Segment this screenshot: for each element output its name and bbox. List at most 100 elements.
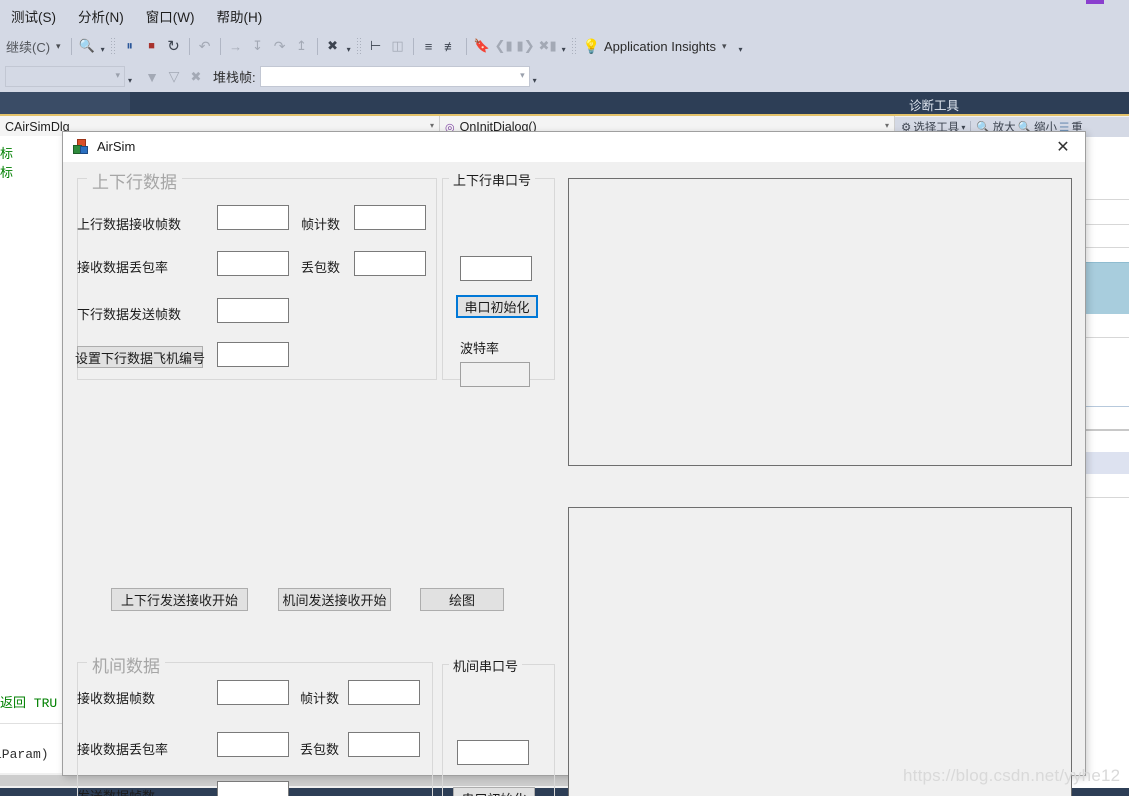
class-combo-value: CAirSimDlg — [5, 120, 70, 134]
airsim-dialog: AirSim ✕ 上下行数据 上行数据接收帧数 帧计数 接收数据丢包率 丢包数 … — [62, 131, 1086, 796]
chevron-down-icon-2[interactable]: ▾ — [885, 121, 889, 130]
step-out-icon[interactable]: ↥ — [291, 35, 313, 57]
vs-debug-toolbar: 继续(C) ▾ 🔍 ▾ ⏸ ■ ↻ ↶ → ↧ ↷ ↥ ✖ ▾ ⊢ ◫ ≡ ≢ … — [0, 31, 1129, 61]
inter-serial-group-title: 机间串口号 — [449, 656, 523, 675]
filter-icon[interactable]: ▼ — [141, 66, 163, 88]
toolbar-grip-2[interactable] — [355, 37, 363, 55]
breakpoints-dropdown-icon[interactable]: ▾ — [344, 36, 354, 56]
updown-row-1-second-label: 丢包数 — [301, 260, 341, 275]
show-next-statement-icon[interactable]: → — [225, 35, 247, 57]
inter-serial-port-value[interactable] — [457, 740, 529, 765]
updown-row-1-label: 接收数据丢包率 — [77, 260, 169, 275]
application-insights-button[interactable]: 💡 Application Insights ▾ — [580, 38, 736, 55]
updown-row-0-second-value[interactable] — [354, 205, 426, 230]
inter-row-0-second-value[interactable] — [348, 680, 420, 705]
inter-row-1-label: 接收数据丢包率 — [77, 742, 169, 757]
continue-button[interactable]: 继续(C) — [0, 37, 54, 56]
threads-icon[interactable]: ✖ — [185, 66, 207, 88]
indent-icon[interactable]: ≡ — [418, 35, 440, 57]
menu-item-test[interactable]: 测试(S) — [0, 3, 67, 29]
comment-selection-icon[interactable]: ⊢ — [365, 35, 387, 57]
toolbar-overflow-icon[interactable]: ▾ — [736, 36, 746, 56]
toolbar-separator-2 — [188, 37, 190, 55]
inter-row-1-value[interactable] — [217, 732, 289, 757]
uncomment-selection-icon[interactable]: ◫ — [387, 35, 409, 57]
updown-baud-label: 波特率 — [460, 341, 500, 356]
updown-serial-init-button[interactable]: 串口初始化 — [456, 295, 538, 318]
menu-item-analyze[interactable]: 分析(N) — [67, 3, 135, 29]
toolbar-separator-6 — [465, 37, 467, 55]
filter-clear-icon[interactable]: ▽ — [163, 66, 185, 88]
updown-data-group-title: 上下行数据 — [87, 168, 182, 193]
updown-start-button[interactable]: 上下行发送接收开始 — [111, 588, 248, 611]
bookmark-icon[interactable]: 🔖 — [471, 35, 493, 57]
step-over-icon[interactable]: ↷ — [269, 35, 291, 57]
inter-row-0-value[interactable] — [217, 680, 289, 705]
bookmarks-dropdown-icon[interactable]: ▾ — [559, 36, 569, 56]
inter-row-0-label: 接收数据帧数 — [77, 691, 156, 706]
updown-row-2-value[interactable] — [217, 298, 289, 323]
menu-item-window[interactable]: 窗口(W) — [135, 3, 206, 29]
breakpoints-icon[interactable]: ✖ — [322, 35, 344, 57]
app-icon — [73, 138, 89, 155]
updown-serial-port-value[interactable] — [460, 256, 532, 281]
updown-row-0-label: 上行数据接收帧数 — [77, 217, 182, 232]
plot-area-bottom[interactable] — [568, 507, 1072, 796]
stackframe-combo[interactable] — [259, 66, 530, 87]
updown-serial-group-title: 上下行串口号 — [449, 170, 536, 189]
chevron-down-icon[interactable]: ▾ — [430, 121, 434, 130]
toolbar-separator-5 — [412, 37, 414, 55]
dialog-title-bar[interactable]: AirSim ✕ — [63, 132, 1085, 162]
continue-dropdown-icon[interactable]: ▾ — [54, 41, 67, 52]
inter-row-1-second-value[interactable] — [348, 732, 420, 757]
toolbar-grip-3[interactable] — [570, 37, 578, 55]
stop-icon[interactable]: ■ — [141, 35, 163, 57]
inter-row-0-second-label: 帧计数 — [300, 691, 340, 706]
inter-serial-init-button[interactable]: 串口初始化 — [453, 787, 535, 796]
dialog-body: 上下行数据 上行数据接收帧数 帧计数 接收数据丢包率 丢包数 下行数据发送帧数 … — [63, 162, 1085, 796]
overflow-chevron-icon[interactable]: ▾ — [98, 36, 108, 56]
tab-active[interactable] — [0, 92, 130, 114]
vs-menu-bar: 测试(S) 分析(N) 窗口(W) 帮助(H) — [0, 0, 1129, 31]
watermark: https://blog.csdn.net/yyhe12 — [903, 766, 1121, 785]
prev-bookmark-icon[interactable]: ❮▮ — [493, 35, 515, 57]
code-line: lParam) — [0, 747, 49, 762]
inter-data-group-title: 机间数据 — [87, 652, 165, 677]
close-icon[interactable]: ✕ — [1041, 132, 1085, 162]
dialog-title: AirSim — [97, 139, 136, 154]
code-line: 返回 TRU — [0, 696, 58, 711]
step-into-icon[interactable]: ↧ — [247, 35, 269, 57]
plot-area-top[interactable] — [568, 178, 1072, 466]
next-bookmark-icon[interactable]: ▮❯ — [515, 35, 537, 57]
pause-icon[interactable]: ⏸ — [119, 35, 141, 57]
updown-row-1-value[interactable] — [217, 251, 289, 276]
toolbar-separator-3 — [219, 37, 221, 55]
process-combo[interactable] — [5, 66, 125, 87]
code-line: 标 — [0, 166, 14, 181]
stackframe-overflow-icon[interactable]: ▾ — [530, 67, 540, 87]
toolbar-separator — [70, 37, 72, 55]
inter-row-2-value[interactable] — [217, 781, 289, 796]
search-process-icon[interactable]: 🔍 — [76, 35, 98, 57]
updown-row-1-second-value[interactable] — [354, 251, 426, 276]
toolbar-grip[interactable] — [109, 37, 117, 55]
updown-baud-value[interactable] — [460, 362, 530, 387]
application-insights-label: Application Insights — [604, 38, 717, 54]
updown-row-0-value[interactable] — [217, 205, 289, 230]
set-downlink-aircraft-id-value[interactable] — [217, 342, 289, 367]
clear-bookmarks-icon[interactable]: ✖▮ — [537, 35, 559, 57]
set-downlink-aircraft-id-button[interactable]: 设置下行数据飞机编号 — [75, 346, 205, 368]
code-line: 标 — [0, 147, 14, 162]
restart-icon[interactable]: ↻ — [163, 35, 185, 57]
screen-root: 测试(S) 分析(N) 窗口(W) 帮助(H) 继续(C) ▾ 🔍 ▾ ⏸ ■ … — [0, 0, 1129, 796]
plot-button[interactable]: 绘图 — [420, 588, 504, 611]
outdent-icon[interactable]: ≢ — [440, 35, 462, 57]
menu-item-help[interactable]: 帮助(H) — [205, 3, 273, 29]
inter-row-2-label: 发送数据帧数 — [77, 786, 155, 796]
stackframe-label: 堆栈帧: — [213, 70, 256, 85]
process-combo-overflow-icon[interactable]: ▾ — [125, 67, 135, 87]
inter-start-button[interactable]: 机间发送接收开始 — [278, 588, 391, 611]
step-back-icon[interactable]: ↶ — [194, 35, 216, 57]
inter-serial-group: 机间串口号 — [442, 656, 555, 796]
application-insights-dropdown-icon[interactable]: ▾ — [720, 41, 733, 52]
